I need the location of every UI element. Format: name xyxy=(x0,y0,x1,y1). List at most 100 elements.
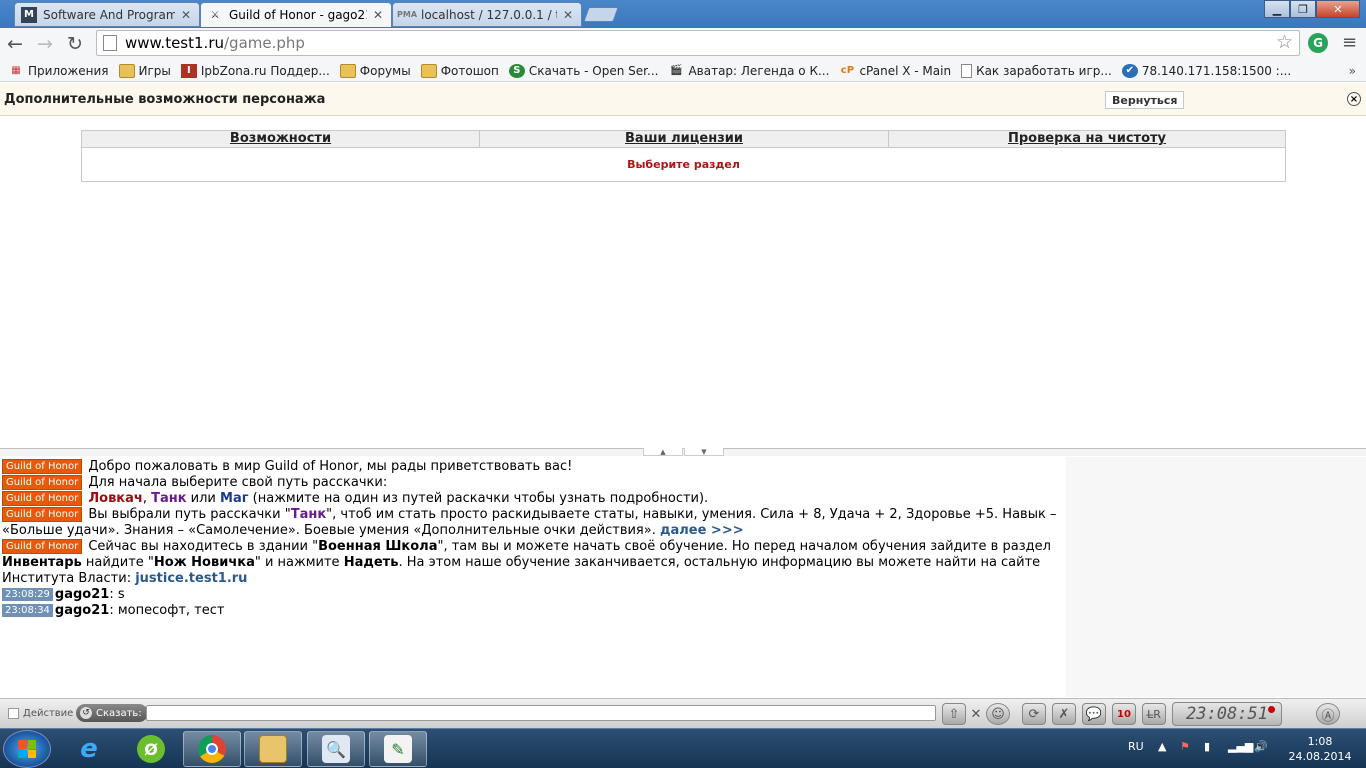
show-hidden-icons-icon[interactable]: ▲ xyxy=(1158,740,1166,753)
phpmyadmin-icon: PMA xyxy=(397,10,418,19)
bookmark-apps[interactable]: ▦ Приложения xyxy=(8,64,108,78)
bookmark-forums[interactable]: Форумы xyxy=(339,63,411,78)
settings-circle-icon[interactable]: Ⓐ xyxy=(1316,703,1340,725)
tab-localhost[interactable]: PMA localhost / 127.0.0.1 / test ✕ xyxy=(392,2,582,27)
system-tag: Guild of Honor xyxy=(2,507,83,522)
timestamp: 23:08:34 xyxy=(2,604,53,617)
folder-icon xyxy=(259,735,287,763)
clear-icon[interactable]: ✕ xyxy=(964,703,988,725)
close-icon[interactable]: × xyxy=(1347,92,1361,106)
browser-toolbar: ← → ↻ www.test1.ru/game.php ☆ G ≡ xyxy=(0,28,1366,60)
folder-icon xyxy=(420,63,437,78)
folder-icon xyxy=(118,63,135,78)
ipb-icon: I xyxy=(180,63,197,78)
language-indicator[interactable]: RU xyxy=(1128,740,1144,753)
network-signal-icon[interactable]: ▂▄▆ xyxy=(1228,740,1253,753)
justice-link[interactable]: justice.test1.ru xyxy=(135,571,247,586)
bookmark-earn[interactable]: Как заработать игр... xyxy=(961,63,1112,78)
extension-icon[interactable]: G xyxy=(1308,33,1328,53)
flag-warning-icon[interactable]: ⚑ xyxy=(1180,740,1190,753)
bookmark-games[interactable]: Игры xyxy=(118,63,171,78)
record-dot-icon xyxy=(1268,706,1275,713)
chrome-icon xyxy=(198,735,226,763)
back-arrow-icon[interactable]: ← xyxy=(0,30,30,58)
system-clock[interactable]: 1:08 24.08.2014 xyxy=(1280,734,1360,764)
windows-logo-icon xyxy=(18,740,36,758)
chat-input[interactable] xyxy=(146,705,936,721)
s-icon: S xyxy=(508,63,525,78)
maximize-button[interactable]: ❐ xyxy=(1290,0,1316,18)
forward-arrow-icon[interactable]: → xyxy=(30,30,60,58)
close-tab-icon[interactable]: ✕ xyxy=(371,8,385,22)
bookmark-photoshop[interactable]: Фотошоп xyxy=(420,63,499,78)
reload-icon[interactable]: ↻ xyxy=(60,30,90,58)
guild-icon: ⚔ xyxy=(210,9,220,21)
taskbar-notepad[interactable]: ✎ xyxy=(369,731,427,767)
refresh-icon: ↺ xyxy=(80,707,92,719)
close-window-button[interactable]: ✕ xyxy=(1316,0,1360,18)
splitter-down-icon[interactable]: ▼ xyxy=(684,448,724,456)
chat-splitter[interactable]: ▲ ▼ xyxy=(0,448,1366,456)
window-controls: ▁ ❐ ✕ xyxy=(1264,0,1360,18)
translit-icon[interactable]: L̶R xyxy=(1142,703,1166,725)
chat-line: Guild of Honor Сейчас вы находитесь в зд… xyxy=(2,539,1051,586)
page-icon xyxy=(103,35,117,51)
taskbar-chrome[interactable] xyxy=(183,731,241,767)
tab-licenses[interactable]: Ваши лицензии xyxy=(480,131,889,147)
new-tab-button[interactable] xyxy=(583,7,619,22)
system-tag: Guild of Honor xyxy=(2,459,83,474)
back-button[interactable]: Вернуться xyxy=(1105,91,1185,109)
online-users-panel xyxy=(1066,457,1366,697)
bookmark-star-icon[interactable]: ☆ xyxy=(1276,31,1293,53)
refresh-chat-icon[interactable]: ⟳ xyxy=(1022,703,1046,725)
system-tag: Guild of Honor xyxy=(2,475,83,490)
select-section-message: Выберите раздел xyxy=(627,158,740,171)
taskbar-explorer[interactable] xyxy=(244,731,302,767)
start-button[interactable] xyxy=(3,730,51,768)
checkbox[interactable] xyxy=(8,708,19,719)
path-agile-link[interactable]: Ловкач xyxy=(88,491,142,506)
minimize-button[interactable]: ▁ xyxy=(1264,0,1290,18)
film-icon: 🎬 xyxy=(670,65,683,76)
tab-software[interactable]: M Software And Programmin ✕ xyxy=(14,2,200,27)
system-tag: Guild of Honor xyxy=(2,491,83,506)
say-button[interactable]: ↺ Сказать: xyxy=(76,704,148,722)
game-clock: 23:08:51 xyxy=(1172,702,1282,726)
taskbar-ie[interactable]: e xyxy=(60,731,118,767)
volume-icon[interactable]: 🔊 xyxy=(1254,740,1268,753)
cpanel-icon: cP xyxy=(840,65,855,76)
chat-message: 23:08:29 gago21: s xyxy=(2,587,1064,603)
chrome-center xyxy=(206,743,218,755)
username[interactable]: gago21 xyxy=(55,603,109,618)
tab-guild-of-honor[interactable]: ⚔ Guild of Honor - gago21 ✕ xyxy=(200,2,392,27)
editor-icon: Ø xyxy=(137,735,165,763)
path-mage-link[interactable]: Маг xyxy=(220,491,249,506)
menu-icon[interactable]: ≡ xyxy=(1342,32,1357,53)
username[interactable]: gago21 xyxy=(55,587,109,602)
tab-cleanliness-check[interactable]: Проверка на чистоту xyxy=(889,131,1285,147)
splitter-up-icon[interactable]: ▲ xyxy=(643,448,683,456)
power-icon[interactable]: ▮ xyxy=(1204,740,1210,753)
bookmark-ip[interactable]: ✔ 78.140.171.158:1500 :... xyxy=(1121,63,1291,78)
bookmarks-more-icon[interactable]: » xyxy=(1349,64,1356,78)
tab-features[interactable]: Возможности xyxy=(82,131,480,147)
filter-icon[interactable]: ✗ xyxy=(1052,703,1076,725)
bookmark-avatar[interactable]: 🎬 Аватар: Легенда о К... xyxy=(668,64,829,78)
next-link[interactable]: далее >>> xyxy=(660,523,744,538)
bookmark-openserver[interactable]: S Скачать - Open Ser... xyxy=(508,63,658,78)
taskbar-aptana[interactable]: Ø xyxy=(122,731,180,767)
counter-icon[interactable]: 10 xyxy=(1112,703,1136,725)
close-tab-icon[interactable]: ✕ xyxy=(179,8,193,22)
smiley-icon[interactable]: ☺ xyxy=(986,703,1010,725)
action-checkbox[interactable]: Действие xyxy=(8,708,73,719)
taskbar-viewer[interactable]: 🔍 xyxy=(307,731,365,767)
close-tab-icon[interactable]: ✕ xyxy=(561,8,575,22)
bookmark-cpanel[interactable]: cP cPanel X - Main xyxy=(839,64,951,78)
notepad-icon: ✎ xyxy=(384,735,412,763)
speech-bubble-icon[interactable]: 💬 xyxy=(1082,703,1106,725)
path-tank-link[interactable]: Танк xyxy=(151,491,186,506)
bookmark-ipbzona[interactable]: I IpbZona.ru Поддер... xyxy=(180,63,330,78)
address-bar[interactable]: www.test1.ru/game.php ☆ xyxy=(96,30,1300,56)
panel-tabs: Возможности Ваши лицензии Проверка на чи… xyxy=(82,131,1285,148)
send-up-icon[interactable]: ⇧ xyxy=(942,703,966,725)
